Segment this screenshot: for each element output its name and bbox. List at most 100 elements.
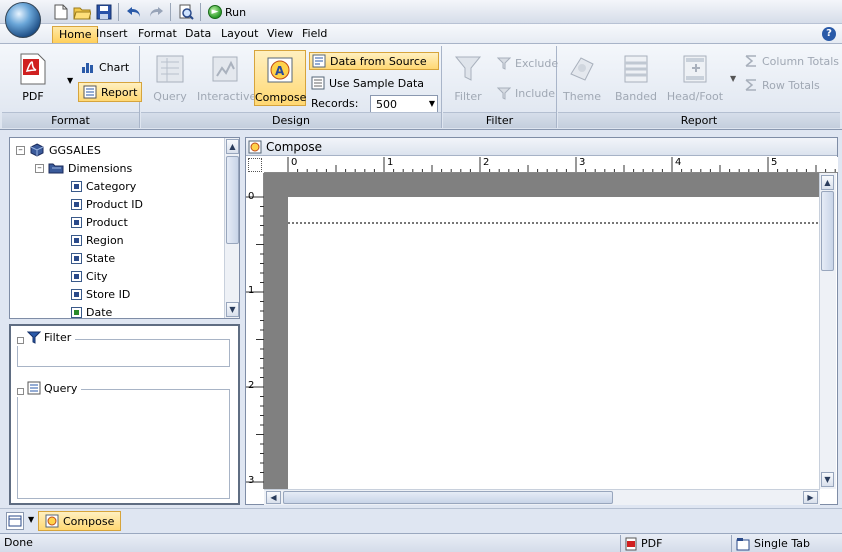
tree-field-state[interactable]: State <box>71 249 115 267</box>
canvas-horizontal-scrollbar[interactable]: ◀ ▶ <box>264 489 820 505</box>
scroll-thumb[interactable] <box>226 156 239 244</box>
application-globe-icon[interactable] <box>5 2 41 38</box>
theme-button[interactable]: Theme <box>560 48 604 103</box>
field-label: Region <box>86 233 124 247</box>
tab-insert[interactable]: Insert <box>90 26 134 43</box>
ribbon-tab-bar: Home Insert Format Data Layout View Fiel… <box>0 24 842 44</box>
records-select[interactable]: 500 ▼ <box>370 95 438 113</box>
dimension-field-icon <box>71 198 82 210</box>
tree-field-store-id[interactable]: Store ID <box>71 285 130 303</box>
dimension-field-icon <box>71 288 82 300</box>
scroll-thumb[interactable] <box>283 491 613 504</box>
tab-format[interactable]: Format <box>132 26 183 43</box>
interactive-label: Interactive <box>197 90 257 103</box>
ruler-label: 5 <box>771 157 778 168</box>
head-foot-button[interactable]: Head/Foot <box>666 48 724 103</box>
tab-compose[interactable]: Compose <box>38 511 122 531</box>
filter-label: Filter <box>454 90 482 103</box>
run-label: Run <box>225 5 247 19</box>
print-preview-icon[interactable] <box>177 3 195 21</box>
pdf-label: PDF <box>22 90 44 103</box>
tab-view[interactable]: View <box>261 26 299 43</box>
include-label: Include <box>515 86 556 100</box>
window-list-dropdown-icon[interactable]: ▼ <box>28 515 34 524</box>
use-sample-data-button[interactable]: Use Sample Data <box>311 74 424 92</box>
document-tab-bar: ▼ Compose <box>0 508 842 532</box>
row-totals-label: Row Totals <box>762 78 820 92</box>
dimension-field-icon <box>71 270 82 282</box>
interactive-button[interactable]: Interactive <box>197 48 257 103</box>
tree-field-city[interactable]: City <box>71 267 108 285</box>
redo-icon[interactable] <box>147 3 165 21</box>
collapse-icon[interactable]: – <box>35 163 44 173</box>
report-page[interactable] <box>288 197 820 489</box>
scroll-up-icon[interactable]: ▲ <box>226 139 239 154</box>
status-format[interactable]: PDF <box>620 535 730 552</box>
tab-data[interactable]: Data <box>179 26 217 43</box>
row-totals-button[interactable]: Row Totals <box>744 76 820 94</box>
tree-root[interactable]: – GGSALES <box>16 141 101 159</box>
date-field-icon <box>71 306 82 318</box>
scroll-up-icon[interactable]: ▲ <box>821 175 834 190</box>
query-button[interactable]: Query <box>147 48 193 103</box>
column-totals-button[interactable]: Column Totals <box>744 52 839 70</box>
page-margin-guide <box>288 222 818 224</box>
banded-button[interactable]: Banded <box>612 48 660 103</box>
vertical-ruler: 0 1 2 3 <box>246 173 264 489</box>
ruler-label: 1 <box>248 285 255 296</box>
save-icon[interactable] <box>95 3 113 21</box>
ruler-label: 4 <box>675 157 682 168</box>
exclude-button[interactable]: Exclude <box>497 54 558 72</box>
undo-icon[interactable] <box>125 3 143 21</box>
tree-scrollbar[interactable]: ▲ ▼ <box>224 138 239 318</box>
scroll-right-icon[interactable]: ▶ <box>803 491 818 504</box>
compose-title-bar: Compose <box>246 138 837 156</box>
tree-field-date[interactable]: Date <box>71 303 112 318</box>
tree-field-category[interactable]: Category <box>71 177 136 195</box>
run-button[interactable]: ► Run <box>208 3 246 21</box>
collapse-icon[interactable]: – <box>16 145 25 155</box>
scroll-thumb[interactable] <box>821 191 834 271</box>
report-canvas[interactable] <box>264 173 820 489</box>
query-icon <box>153 52 187 86</box>
pdf-icon <box>16 52 50 86</box>
status-layout[interactable]: Single Tab <box>731 535 842 552</box>
filter-group: Filter Exclude Include Filter <box>443 46 558 128</box>
section-toggle-icon[interactable] <box>17 387 24 395</box>
records-dropdown-icon[interactable]: ▼ <box>429 99 435 108</box>
chart-button[interactable]: Chart <box>78 58 132 76</box>
tree-field-region[interactable]: Region <box>71 231 124 249</box>
pdf-dropdown-arrow-icon[interactable]: ▼ <box>67 76 73 85</box>
totals-dropdown-icon[interactable]: ▼ <box>730 74 736 83</box>
pdf-icon <box>625 537 637 550</box>
data-tree: – GGSALES – Dimensions Category Product … <box>9 137 240 319</box>
compose-window: Compose 0 1 2 3 4 5 0 1 2 3 ▲ ▼ ◀ ▶ <box>245 137 838 505</box>
pdf-button[interactable]: PDF <box>8 48 58 103</box>
tab-field[interactable]: Field <box>296 26 333 43</box>
report-button[interactable]: Report <box>78 82 143 102</box>
tree-field-product[interactable]: Product <box>71 213 128 231</box>
query-section-label: Query <box>44 381 78 395</box>
scroll-down-icon[interactable]: ▼ <box>226 302 239 317</box>
window-list-icon[interactable] <box>6 512 24 530</box>
help-icon[interactable]: ? <box>822 27 836 41</box>
tree-folder-dimensions[interactable]: – Dimensions <box>35 159 132 177</box>
tab-layout[interactable]: Layout <box>215 26 264 43</box>
canvas-vertical-scrollbar[interactable]: ▲ ▼ <box>819 173 836 489</box>
scroll-left-icon[interactable]: ◀ <box>266 491 281 504</box>
compose-button[interactable]: A Compose <box>254 50 306 106</box>
query-drop-area[interactable] <box>17 389 230 499</box>
ruler-ticks <box>287 157 836 172</box>
funnel-icon <box>451 52 485 86</box>
column-totals-label: Column Totals <box>762 54 840 68</box>
design-group: Query Interactive A Compose Data from So… <box>141 46 442 128</box>
new-document-icon[interactable] <box>52 3 70 21</box>
data-from-source-button[interactable]: Data from Source <box>309 52 439 70</box>
filter-button[interactable]: Filter <box>449 48 487 103</box>
tree-field-product-id[interactable]: Product ID <box>71 195 143 213</box>
scroll-down-icon[interactable]: ▼ <box>821 472 834 487</box>
include-button[interactable]: Include <box>497 84 555 102</box>
open-folder-icon[interactable] <box>73 3 91 21</box>
report-label: Report <box>101 85 138 99</box>
section-toggle-icon[interactable] <box>17 336 24 344</box>
